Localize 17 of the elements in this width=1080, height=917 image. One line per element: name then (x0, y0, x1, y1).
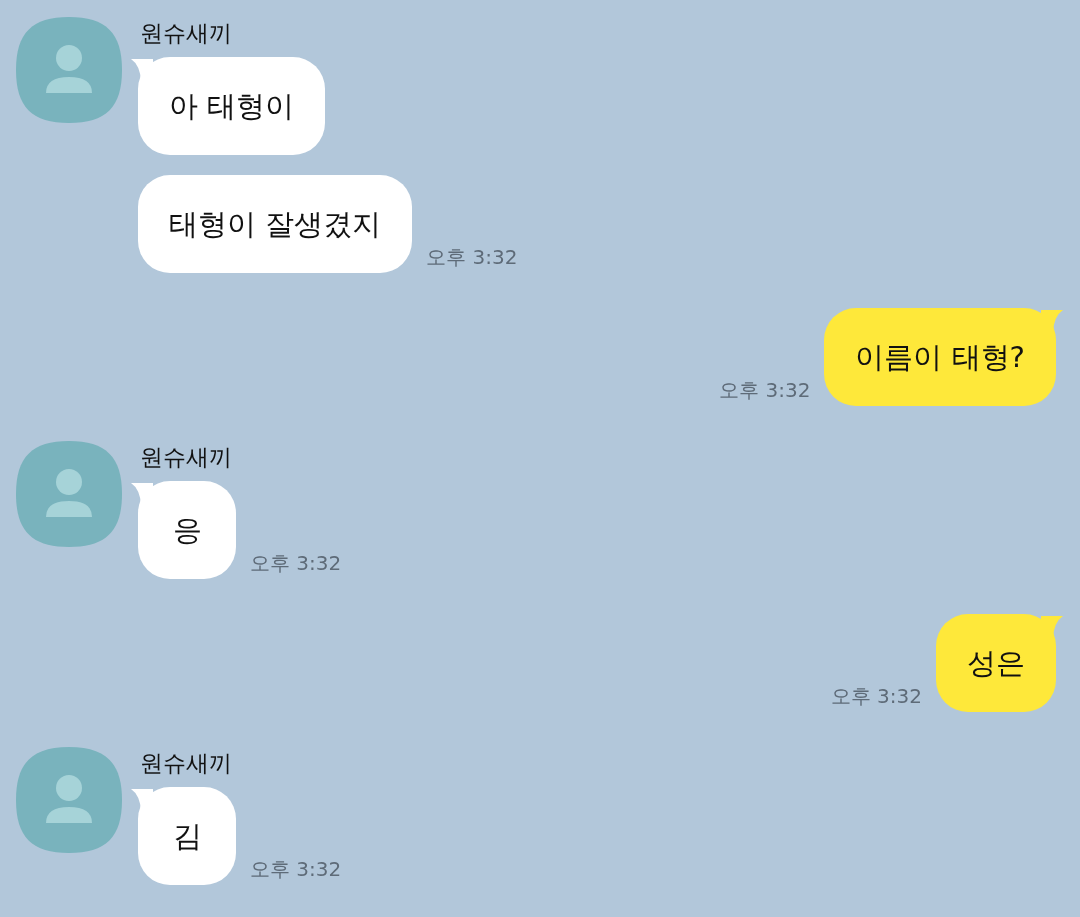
sender-name: 원슈새끼 (140, 19, 232, 47)
profile-avatar[interactable] (16, 747, 122, 853)
sender-name: 원슈새끼 (140, 443, 232, 471)
timestamp: 오후 3:32 (719, 377, 811, 404)
message-bubble: 태형이 잘생겼지 (138, 175, 413, 273)
bubble-tail (131, 59, 153, 81)
timestamp: 오후 3:32 (830, 683, 922, 710)
bubble-tail (131, 789, 153, 811)
bubble-tail (1041, 310, 1063, 332)
timestamp: 오후 3:32 (250, 550, 342, 577)
timestamp: 오후 3:32 (426, 244, 518, 271)
sender-name: 원슈새끼 (140, 749, 232, 777)
profile-avatar[interactable] (16, 441, 122, 547)
bubble-tail (131, 483, 153, 505)
bubble-tail (1041, 616, 1063, 638)
timestamp: 오후 3:32 (250, 856, 342, 883)
profile-avatar[interactable] (16, 17, 122, 123)
